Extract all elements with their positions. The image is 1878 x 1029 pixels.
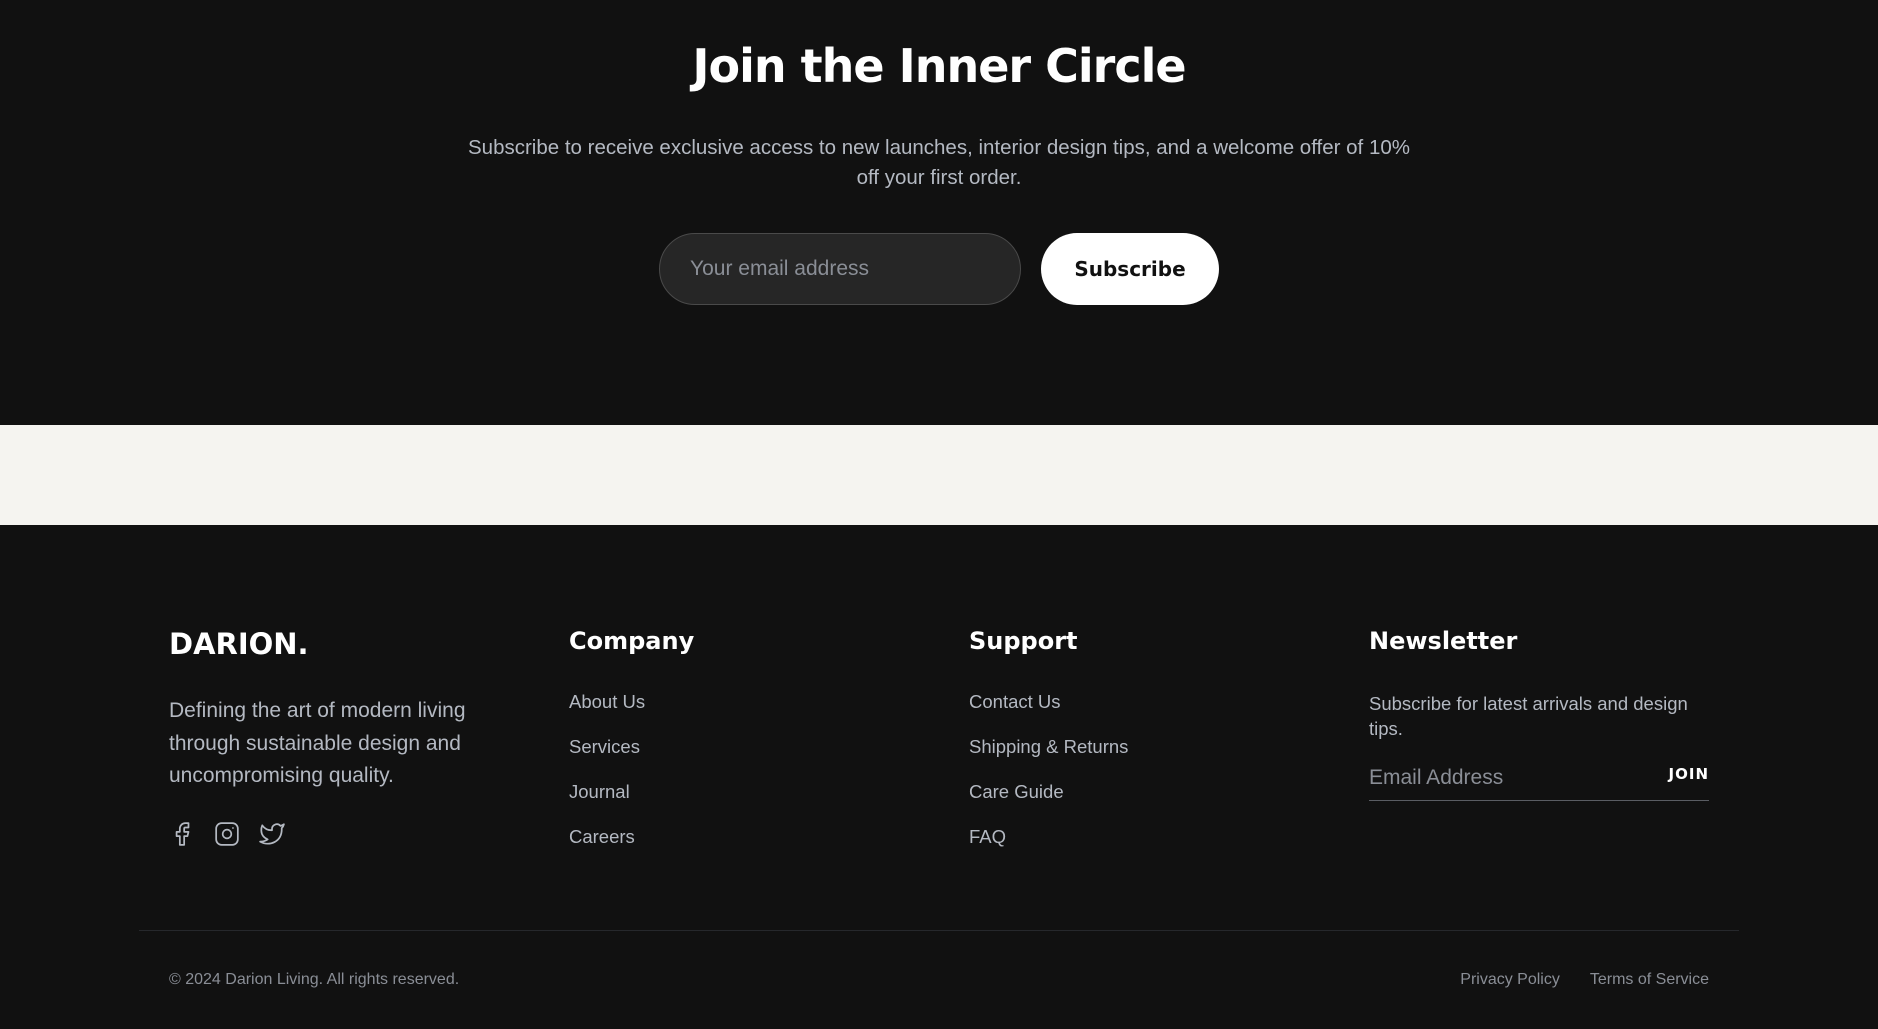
list-item: Services [569, 736, 645, 781]
list-item: Care Guide [969, 781, 1128, 826]
brand-logo[interactable]: DARION. [169, 627, 309, 661]
company-link-journal[interactable]: Journal [569, 781, 630, 802]
support-link-care-guide[interactable]: Care Guide [969, 781, 1064, 802]
subscribe-button[interactable]: Subscribe [1041, 233, 1219, 305]
newsletter-email-input[interactable] [1369, 761, 1639, 795]
site-footer: DARION. Defining the art of modern livin… [0, 525, 1878, 1029]
newsletter-form: JOIN [1369, 755, 1709, 801]
inner-circle-title: Join the Inner Circle [692, 39, 1186, 93]
list-item: Careers [569, 826, 645, 871]
company-links: About Us Services Journal Careers [569, 691, 645, 871]
list-item: Contact Us [969, 691, 1128, 736]
copyright-text: © 2024 Darion Living. All rights reserve… [169, 971, 460, 988]
twitter-icon[interactable] [259, 821, 285, 847]
list-item: Journal [569, 781, 645, 826]
legal-links: Privacy Policy Terms of Service [1460, 971, 1709, 989]
list-item: FAQ [969, 826, 1128, 871]
support-link-faq[interactable]: FAQ [969, 826, 1006, 847]
privacy-policy-link[interactable]: Privacy Policy [1460, 971, 1560, 989]
inner-circle-section: Join the Inner Circle Subscribe to recei… [0, 0, 1878, 425]
company-link-about-us[interactable]: About Us [569, 691, 645, 712]
section-spacer-band [0, 425, 1878, 525]
company-heading: Company [569, 627, 695, 655]
newsletter-description: Subscribe for latest arrivals and design… [1369, 693, 1688, 739]
support-heading: Support [969, 627, 1078, 655]
company-link-careers[interactable]: Careers [569, 826, 635, 847]
support-link-shipping-returns[interactable]: Shipping & Returns [969, 736, 1128, 757]
newsletter-heading: Newsletter [1369, 627, 1518, 655]
company-link-services[interactable]: Services [569, 736, 640, 757]
inner-circle-description: Subscribe to receive exclusive access to… [468, 136, 1410, 189]
list-item: About Us [569, 691, 645, 736]
brand-description: Defining the art of modern living throug… [169, 699, 466, 787]
support-link-contact-us[interactable]: Contact Us [969, 691, 1061, 712]
social-links [169, 821, 285, 847]
support-links: Contact Us Shipping & Returns Care Guide… [969, 691, 1128, 871]
facebook-icon[interactable] [169, 821, 195, 847]
footer-divider [139, 930, 1739, 931]
join-button[interactable]: JOIN [1669, 765, 1709, 783]
terms-of-service-link[interactable]: Terms of Service [1590, 971, 1709, 989]
instagram-icon[interactable] [214, 821, 240, 847]
list-item: Shipping & Returns [969, 736, 1128, 781]
inner-circle-email-input[interactable] [659, 233, 1021, 305]
